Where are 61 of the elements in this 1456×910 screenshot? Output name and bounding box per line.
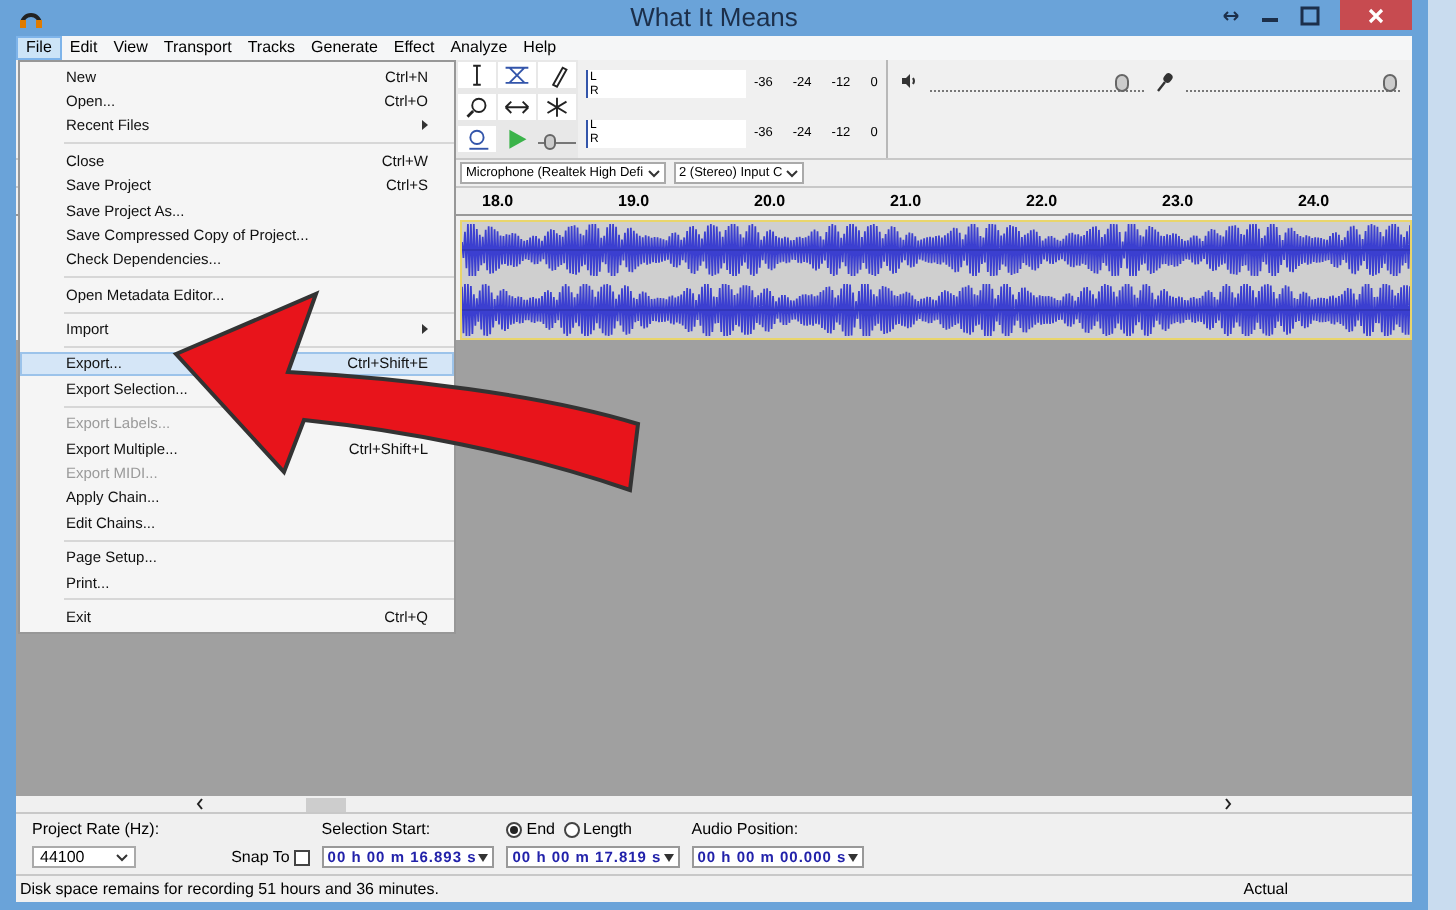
chevron-down-icon xyxy=(116,853,128,861)
volume-slider[interactable] xyxy=(929,72,1144,92)
dropdown-arrow-icon xyxy=(663,853,674,861)
radio-button[interactable] xyxy=(563,822,579,838)
scroll-left-icon[interactable] xyxy=(196,798,204,810)
radio-button[interactable] xyxy=(506,822,523,838)
ruler-label: 21.0 xyxy=(890,189,922,213)
multi-tool-icon[interactable] xyxy=(537,94,576,121)
menu-item[interactable]: Tracks xyxy=(239,36,304,60)
actual-rate-label: Actual xyxy=(1243,877,1290,901)
close-icon xyxy=(1368,7,1384,23)
microphone-icon xyxy=(1155,72,1174,92)
slider-thumb[interactable] xyxy=(1382,74,1397,92)
field-label: Selection Start: xyxy=(321,818,433,842)
selection-tool-icon[interactable] xyxy=(458,62,496,89)
menu-item[interactable]: Generate xyxy=(303,36,386,60)
menu-item[interactable]: View xyxy=(105,36,156,60)
submenu-arrow-icon xyxy=(422,324,428,335)
time-shift-icon[interactable] xyxy=(497,94,536,121)
menu-item[interactable]: File xyxy=(16,36,62,60)
slider-thumb[interactable] xyxy=(1115,74,1130,92)
zoom-icon[interactable] xyxy=(458,94,496,121)
ruler-label: 22.0 xyxy=(1026,189,1058,213)
rate-dropdown[interactable]: 44100 xyxy=(32,846,136,868)
slider-thumb[interactable] xyxy=(543,134,556,150)
pencil-icon[interactable] xyxy=(537,62,576,89)
chevron-down-icon xyxy=(786,169,799,177)
window-title: What It Means xyxy=(630,0,798,37)
status-message: Disk space remains for recording 51 hours and 36 minutes. xyxy=(20,877,439,901)
field-label: Audio Position: xyxy=(691,818,801,842)
snap-to-checkbox[interactable] xyxy=(293,849,310,865)
scroll-right-icon[interactable] xyxy=(1224,798,1232,810)
maximize-icon[interactable] xyxy=(1300,5,1320,25)
menu-item[interactable]: Edit xyxy=(61,36,106,60)
radio-label[interactable]: End xyxy=(526,818,555,842)
field-label: Snap To xyxy=(231,845,290,869)
radio-label[interactable]: Length xyxy=(583,818,632,842)
audio-track[interactable] xyxy=(460,220,1412,340)
resize-icon[interactable] xyxy=(1222,9,1240,21)
ruler-label: 24.0 xyxy=(1298,189,1330,213)
menu-item[interactable]: Help xyxy=(515,36,565,60)
close-button[interactable] xyxy=(1340,0,1412,30)
scroll-thumb[interactable] xyxy=(306,797,346,811)
ruler-label: 18.0 xyxy=(482,189,514,213)
volume-slider[interactable] xyxy=(1185,72,1400,92)
horizontal-scrollbar[interactable] xyxy=(16,796,1412,814)
zoom-fit-icon[interactable] xyxy=(458,126,496,153)
field-label: Project Rate (Hz): xyxy=(32,818,160,842)
menu-item[interactable]: Transport xyxy=(155,36,240,60)
dropdown-arrow-icon xyxy=(848,853,859,861)
app-logo-icon xyxy=(20,8,42,28)
ruler-label: 19.0 xyxy=(618,189,650,213)
speaker-icon xyxy=(899,72,918,90)
chevron-down-icon xyxy=(647,169,660,177)
ruler-label: 20.0 xyxy=(754,189,786,213)
menu-item[interactable]: Effect xyxy=(385,36,443,60)
dropdown-arrow-icon xyxy=(478,853,489,861)
envelope-tool-icon[interactable] xyxy=(497,62,536,89)
submenu-arrow-icon xyxy=(422,120,428,131)
ruler-label: 23.0 xyxy=(1162,189,1194,213)
menu-item[interactable]: Analyze xyxy=(442,36,516,60)
